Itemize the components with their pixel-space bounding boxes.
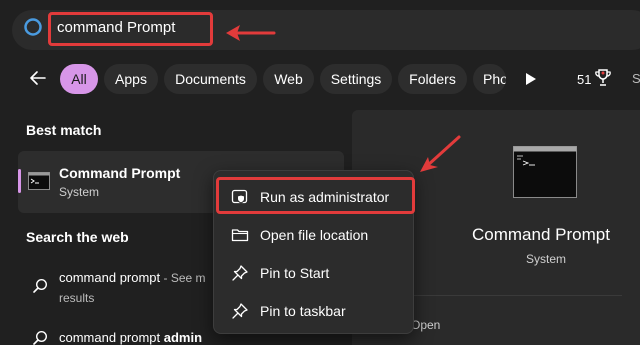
best-match-heading: Best match [26,122,102,138]
best-match-title: Command Prompt [59,165,181,181]
menu-item-pin-to-taskbar[interactable]: Pin to taskbar [214,292,415,330]
menu-item-label: Open file location [260,227,369,243]
preview-subtitle: System [526,252,567,266]
web-result-2-text: command prompt [59,330,164,345]
web-result-1-line2: results [59,291,95,305]
menu-item-label: Pin to Start [260,265,330,281]
back-arrow-icon[interactable] [28,68,48,88]
open-action[interactable]: Open [411,318,440,332]
selection-indicator [18,169,21,193]
pin-icon [232,265,248,281]
filter-chip-all[interactable]: All [60,64,98,94]
start-search-window: command Prompt All Apps Documents Web Se… [0,0,640,345]
filter-chip-web[interactable]: Web [263,64,314,94]
play-icon[interactable] [525,72,537,86]
rewards-points: 51 [577,72,592,87]
search-web-heading: Search the web [26,229,129,245]
filter-chip-documents[interactable]: Documents [164,64,257,94]
run-as-admin-highlight-box [216,177,415,214]
filter-chip-folders[interactable]: Folders [398,64,467,94]
menu-item-label: Pin to taskbar [260,303,346,319]
more-options[interactable]: S [632,71,640,86]
web-result-1-sub: - See m [160,271,206,285]
web-result-2-bold: admin [163,330,203,345]
command-prompt-large-icon [513,146,577,198]
filter-chip-settings[interactable]: Settings [320,64,392,94]
web-result-1-text: command prompt [59,270,161,285]
menu-item-open-file-location[interactable]: Open file location [214,216,415,254]
web-result-1[interactable]: command prompt - See m [59,270,206,285]
menu-item-pin-to-start[interactable]: Pin to Start [214,254,415,292]
web-result-2[interactable]: command prompt admin [59,330,202,345]
pin-icon [232,303,248,319]
search-icon [24,18,42,36]
filter-chip-apps[interactable]: Apps [104,64,158,94]
search-icon [33,278,48,293]
command-prompt-icon [28,172,50,190]
filter-chip-photos[interactable]: Pho [473,64,506,94]
search-highlight-box [48,12,213,46]
best-match-subtitle: System [59,185,100,199]
trophy-icon[interactable] [594,68,612,88]
search-icon [33,330,48,345]
preview-title: Command Prompt [472,225,610,244]
folder-icon [231,229,249,242]
